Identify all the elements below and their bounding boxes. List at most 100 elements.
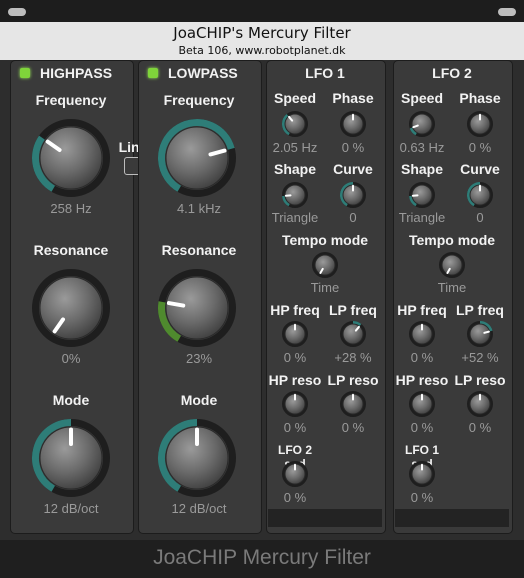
lfo2-hp-freq-value: 0 % bbox=[410, 350, 434, 365]
window-titlebar bbox=[0, 0, 524, 22]
lfo2-status-strip bbox=[395, 509, 509, 527]
lfo1-hp-reso-label: HP reso bbox=[268, 372, 322, 388]
lfo1-curve-label: Curve bbox=[333, 161, 373, 177]
lowpass-led[interactable] bbox=[148, 68, 158, 78]
lfo1-speed-label: Speed bbox=[273, 90, 316, 106]
lfo2-curve-knob[interactable] bbox=[466, 181, 494, 209]
lfo2-lfo1-spd-knob[interactable] bbox=[408, 460, 436, 488]
footer-title: JoaCHIP Mercury Filter bbox=[153, 546, 371, 569]
lfo1-hp-freq-value: 0 % bbox=[283, 350, 307, 365]
lfo2-speed-knob[interactable] bbox=[408, 110, 436, 138]
lfo2-tempo-mode-value: Time bbox=[437, 280, 467, 295]
lfo2-phase-label: Phase bbox=[459, 90, 501, 106]
lfo2-lp-freq-value: +52 % bbox=[461, 350, 499, 365]
lp-mode-value: 12 dB/oct bbox=[171, 501, 227, 516]
lfo1-lfo2-spd-knob[interactable] bbox=[281, 460, 309, 488]
lfo1-shape-label: Shape bbox=[273, 161, 316, 177]
knob-indicator bbox=[483, 330, 490, 334]
lfo1-shape-knob[interactable] bbox=[281, 181, 309, 209]
plugin-subtitle: Beta 106, www.robotplanet.dk bbox=[0, 44, 524, 60]
lp-mode-label: Mode bbox=[180, 392, 218, 408]
knob-indicator bbox=[166, 301, 186, 308]
lfo2-curve-value: 0 bbox=[476, 210, 484, 225]
lfo1-lfo2-spd-value: 0 % bbox=[283, 490, 307, 505]
lfo1-tempo-mode-label: Tempo mode bbox=[281, 232, 369, 248]
lp-frequency-knob[interactable] bbox=[157, 118, 237, 198]
lfo2-shape-knob[interactable] bbox=[408, 181, 436, 209]
knob-body bbox=[469, 323, 491, 345]
lfo1-curve-knob[interactable] bbox=[339, 181, 367, 209]
lfo2-lp-freq-label: LP freq bbox=[456, 302, 504, 318]
lfo2-shape-label: Shape bbox=[400, 161, 443, 177]
lfo2-lp-reso-value: 0 % bbox=[468, 420, 492, 435]
lfo2-phase-knob[interactable] bbox=[466, 110, 494, 138]
footer-bar: JoaCHIP Mercury Filter bbox=[0, 540, 524, 578]
hp-frequency-value: 258 Hz bbox=[50, 201, 92, 216]
lfo1-status-strip bbox=[268, 509, 382, 527]
lp-resonance-label: Resonance bbox=[161, 242, 237, 258]
lfo2-lp-reso-label: LP reso bbox=[454, 372, 506, 388]
lfo1-lp-reso-label: LP reso bbox=[327, 372, 379, 388]
hp-frequency-label: Frequency bbox=[35, 92, 107, 108]
plugin-title: JoaCHIP's Mercury Filter bbox=[173, 24, 351, 42]
hp-mode-value: 12 dB/oct bbox=[43, 501, 99, 516]
lfo1-lp-reso-knob[interactable] bbox=[339, 390, 367, 418]
lfo1-tempo-mode-knob[interactable] bbox=[311, 251, 339, 279]
knob-body bbox=[314, 254, 336, 276]
lfo2-tempo-mode-knob[interactable] bbox=[438, 251, 466, 279]
hp-resonance-label: Resonance bbox=[33, 242, 109, 258]
lfo1-phase-knob[interactable] bbox=[339, 110, 367, 138]
lfo2-curve-label: Curve bbox=[460, 161, 500, 177]
plugin-title-bar: JoaCHIP's Mercury Filter bbox=[0, 22, 524, 44]
plugin-window: JoaCHIP's Mercury Filter Beta 106, www.r… bbox=[0, 0, 524, 578]
lfo1-lp-freq-knob[interactable] bbox=[339, 320, 367, 348]
hp-frequency-knob[interactable] bbox=[31, 118, 111, 198]
lfo2-speed-value: 0.63 Hz bbox=[399, 140, 445, 155]
lfo2-hp-freq-label: HP freq bbox=[397, 302, 447, 318]
lfo1-phase-label: Phase bbox=[332, 90, 374, 106]
lp-frequency-label: Frequency bbox=[163, 92, 235, 108]
knob-body bbox=[342, 323, 364, 345]
lfo1-hp-reso-knob[interactable] bbox=[281, 390, 309, 418]
lfo2-hp-reso-knob[interactable] bbox=[408, 390, 436, 418]
lfo1-lp-freq-value: +28 % bbox=[334, 350, 372, 365]
highpass-header: HIGHPASS bbox=[40, 65, 113, 81]
lfo2-hp-reso-value: 0 % bbox=[410, 420, 434, 435]
lfo1-hp-freq-knob[interactable] bbox=[281, 320, 309, 348]
hp-mode-knob[interactable] bbox=[31, 418, 111, 498]
knob-body bbox=[165, 276, 229, 340]
lfo1-header: LFO 1 bbox=[305, 65, 345, 81]
lfo1-speed-value: 2.05 Hz bbox=[272, 140, 318, 155]
lp-frequency-value: 4.1 kHz bbox=[176, 201, 222, 216]
window-zoom-control[interactable] bbox=[498, 8, 516, 16]
lfo1-hp-reso-value: 0 % bbox=[283, 420, 307, 435]
lfo2-hp-reso-label: HP reso bbox=[395, 372, 449, 388]
lfo1-tempo-mode-value: Time bbox=[310, 280, 340, 295]
lfo1-hp-freq-label: HP freq bbox=[270, 302, 320, 318]
lp-mode-knob[interactable] bbox=[157, 418, 237, 498]
lfo2-shape-value: Triangle bbox=[398, 210, 446, 225]
knob-body bbox=[39, 276, 103, 340]
lfo2-speed-label: Speed bbox=[400, 90, 443, 106]
lfo1-phase-value: 0 % bbox=[341, 140, 365, 155]
hp-resonance-value: 0% bbox=[61, 351, 81, 366]
lfo1-shape-value: Triangle bbox=[271, 210, 319, 225]
lfo2-hp-freq-knob[interactable] bbox=[408, 320, 436, 348]
knob-body bbox=[284, 113, 306, 135]
knob-body bbox=[441, 254, 463, 276]
lp-resonance-knob[interactable] bbox=[157, 268, 237, 348]
knob-body bbox=[165, 126, 229, 190]
lfo1-lp-reso-value: 0 % bbox=[341, 420, 365, 435]
knob-body bbox=[411, 113, 433, 135]
lfo2-lp-reso-knob[interactable] bbox=[466, 390, 494, 418]
window-close-control[interactable] bbox=[8, 8, 26, 16]
lfo2-tempo-mode-label: Tempo mode bbox=[408, 232, 496, 248]
lfo2-lp-freq-knob[interactable] bbox=[466, 320, 494, 348]
highpass-led[interactable] bbox=[20, 68, 30, 78]
hp-mode-label: Mode bbox=[52, 392, 90, 408]
lowpass-header: LOWPASS bbox=[168, 65, 238, 81]
knob-body bbox=[39, 126, 103, 190]
lfo2-phase-value: 0 % bbox=[468, 140, 492, 155]
lfo1-speed-knob[interactable] bbox=[281, 110, 309, 138]
hp-resonance-knob[interactable] bbox=[31, 268, 111, 348]
